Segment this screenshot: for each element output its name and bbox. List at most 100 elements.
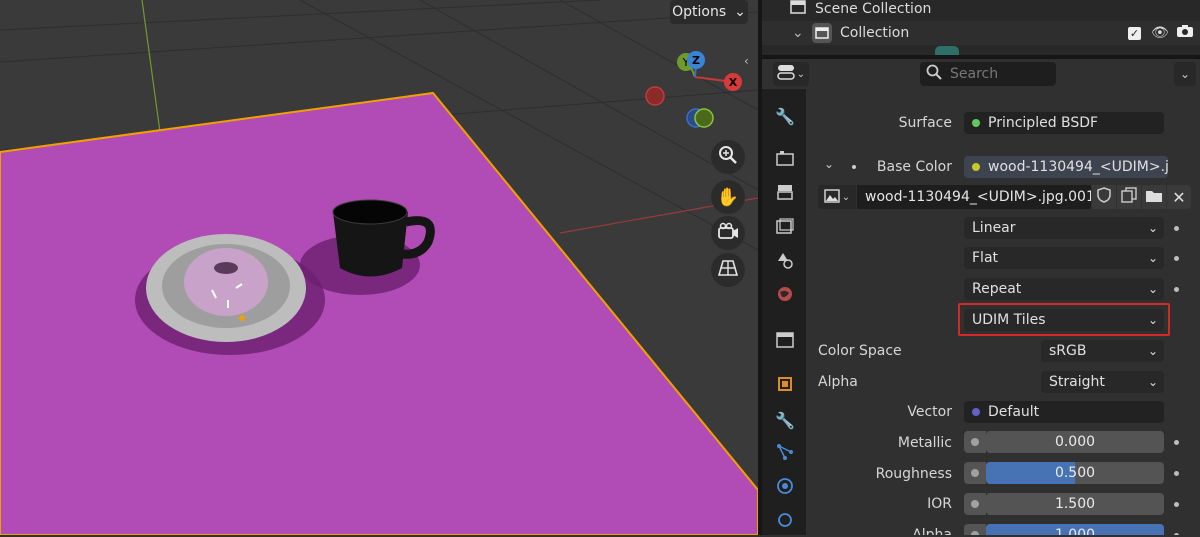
roughness-label: Roughness <box>875 466 952 482</box>
extension-dropdown[interactable]: Repeat ⌄ <box>964 278 1164 300</box>
float-socket-icon <box>964 431 986 453</box>
tab-constraints[interactable] <box>768 507 802 537</box>
camera-view-button[interactable] <box>711 216 745 250</box>
tab-view-layer[interactable] <box>768 213 802 243</box>
navigation-gizmo[interactable]: Y Z X <box>640 45 750 155</box>
duplicate-icon <box>1121 187 1137 207</box>
outliner-row-collection[interactable]: ⌄ Collection ✓ 👁 <box>762 21 1200 45</box>
base-color-link-field[interactable]: wood-1130494_<UDIM>.j... <box>964 156 1168 178</box>
output-icon <box>776 184 794 204</box>
interpolation-dropdown[interactable]: Linear ⌄ <box>964 217 1164 239</box>
roughness-slider[interactable]: 0.500 <box>986 462 1164 484</box>
vector-label: Vector <box>907 404 952 420</box>
outliner-row-scene-collection[interactable]: Scene Collection <box>762 0 1200 21</box>
alpha-mode-dropdown[interactable]: Straight ⌄ <box>1041 371 1164 393</box>
camera-render-icon[interactable] <box>1176 24 1194 42</box>
collapse-sidebar-icon[interactable]: ‹ <box>744 54 758 74</box>
interpolation-value: Linear <box>972 220 1016 236</box>
options-dropdown-button[interactable]: ⌄ <box>1174 62 1196 86</box>
base-color-value: wood-1130494_<UDIM>.j... <box>988 159 1168 175</box>
metallic-slider[interactable]: 0.000 <box>986 431 1164 453</box>
tab-output[interactable] <box>768 179 802 209</box>
chevron-down-icon: ⌄ <box>1147 221 1158 235</box>
image-icon <box>824 188 840 207</box>
projection-dropdown[interactable]: Flat ⌄ <box>964 247 1164 269</box>
vector-socket-icon <box>972 408 980 416</box>
particles-icon <box>776 443 794 465</box>
collection-label: Collection <box>840 25 910 41</box>
outliner: Scene Collection ⌄ Collection ✓ 👁 <box>762 0 1200 56</box>
eye-icon[interactable]: 👁 <box>1151 25 1169 41</box>
ior-label: IOR <box>927 496 952 512</box>
ior-field[interactable]: 1.500 <box>986 493 1164 515</box>
chevron-down-icon: ⌄ <box>796 68 806 80</box>
view-layer-icon <box>776 218 794 238</box>
tab-physics[interactable] <box>768 473 802 503</box>
color-space-dropdown[interactable]: sRGB ⌄ <box>1041 340 1164 362</box>
3d-viewport[interactable]: Options ⌄ Y Z X ✋ ‹ <box>0 0 758 535</box>
fake-user-button[interactable] <box>1092 185 1116 209</box>
world-icon <box>776 285 794 307</box>
options-button[interactable]: Options ⌄ <box>670 0 748 24</box>
collection-icon <box>776 332 794 352</box>
chevron-down-icon: ⌄ <box>1147 344 1158 358</box>
extension-value: Repeat <box>972 281 1022 297</box>
camera-icon <box>717 222 739 244</box>
close-icon: ✕ <box>1172 187 1186 207</box>
ior-value: 1.500 <box>1054 496 1096 512</box>
alpha-slider[interactable]: 1.000 <box>986 524 1164 535</box>
toggle-ortho-button[interactable] <box>711 253 745 287</box>
magnify-icon <box>718 145 738 169</box>
alpha-mode-label: Alpha <box>818 374 858 390</box>
projection-value: Flat <box>972 250 999 266</box>
tab-object[interactable] <box>768 371 802 401</box>
object-icon <box>776 375 794 397</box>
tab-particles[interactable] <box>768 439 802 469</box>
collection-icon <box>812 23 832 43</box>
tab-render[interactable] <box>768 145 802 175</box>
options-label: Options <box>672 4 727 20</box>
shader-socket-icon <box>972 119 980 127</box>
vector-field[interactable]: Default <box>964 401 1164 423</box>
float-socket-icon <box>964 524 986 535</box>
roughness-value: 0.500 <box>1054 465 1096 481</box>
shield-icon <box>1097 187 1111 207</box>
alpha-value: 1.000 <box>1054 527 1096 535</box>
surface-label: Surface <box>898 115 952 131</box>
tab-world[interactable] <box>768 281 802 311</box>
hand-icon: ✋ <box>716 186 740 208</box>
open-image-button[interactable] <box>1142 185 1166 209</box>
vector-value: Default <box>988 404 1040 420</box>
svg-text:Z: Z <box>692 54 700 67</box>
properties-header: ⌄ Search ⌄ <box>762 59 1200 89</box>
zoom-button[interactable] <box>711 140 745 174</box>
tab-modifiers[interactable]: 🔧 <box>768 405 802 435</box>
image-name-field[interactable]: wood-1130494_<UDIM>.jpg.001 <box>857 185 1091 209</box>
pan-button[interactable]: ✋ <box>711 180 745 214</box>
tab-tool[interactable]: 🔧 <box>768 101 802 131</box>
surface-shader-field[interactable]: Principled BSDF <box>964 112 1164 134</box>
modifier-icon: 🔧 <box>775 410 795 430</box>
editor-type-button[interactable]: ⌄ <box>773 62 809 86</box>
tab-collection[interactable] <box>768 327 802 357</box>
search-input[interactable]: Search <box>920 62 1056 86</box>
properties-tabs: 🔧 🔧 <box>762 89 806 535</box>
chevron-down-icon: ⌄ <box>1147 375 1158 389</box>
image-browse-button[interactable]: ⌄ <box>818 185 856 209</box>
physics-icon <box>776 477 794 499</box>
purple-plane <box>0 91 758 535</box>
scene-collection-label: Scene Collection <box>815 1 932 17</box>
float-socket-icon <box>964 493 986 515</box>
chevron-down-icon: ⌄ <box>841 191 851 203</box>
scene-collection-icon <box>790 0 806 18</box>
duplicate-button[interactable] <box>1117 185 1141 209</box>
color-space-label: Color Space <box>818 343 902 359</box>
color-socket-icon <box>972 163 980 171</box>
alpha-mode-value: Straight <box>1049 374 1105 390</box>
tab-scene[interactable] <box>768 247 802 277</box>
chevron-down-icon: ⌄ <box>1147 282 1158 296</box>
checkbox-icon[interactable]: ✓ <box>1128 26 1141 40</box>
chevron-down-icon[interactable]: ⌄ <box>792 25 804 41</box>
color-space-value: sRGB <box>1049 343 1087 359</box>
unlink-image-button[interactable]: ✕ <box>1167 185 1191 209</box>
